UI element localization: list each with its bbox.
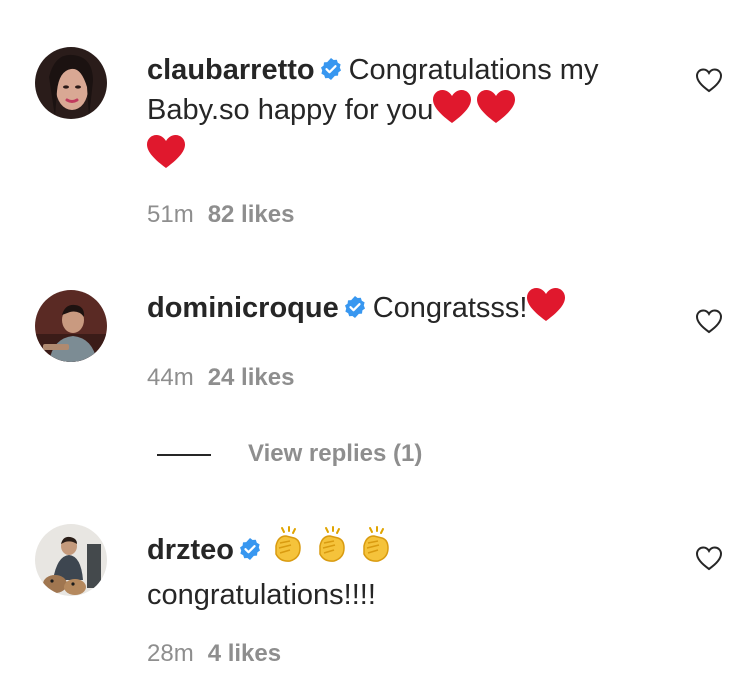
comment-body: dominicroque Congratsss! [147,288,650,333]
verified-badge-icon [238,532,262,560]
comment-text: congratulations!!!! [147,579,376,611]
comment-meta: 51m 82 likes [147,201,294,229]
red-heart-icon [147,135,185,180]
clapping-hands-icon [356,526,394,575]
red-heart-icon [433,90,472,135]
clapping-hands-icon [268,526,306,575]
comment-likes[interactable]: 82 likes [208,201,295,228]
comment-likes[interactable]: 24 likes [208,364,295,391]
comment-meta: 44m 24 likes [147,364,294,392]
verified-badge-icon [343,290,367,318]
avatar[interactable] [35,290,107,362]
comment-body: drzteo congratulations!!!! [147,526,650,615]
comment-timestamp: 51m [147,201,194,228]
comment-username[interactable]: dominicroque [147,292,339,324]
comment-body: claubarretto Congratulations my Baby.so h… [147,50,650,180]
view-replies-button[interactable]: View replies (1) [157,440,422,468]
clapping-hands-icon [312,526,350,575]
comment-username[interactable]: drzteo [147,534,234,566]
replies-divider [157,453,211,456]
like-heart-icon[interactable] [695,546,723,572]
like-heart-icon[interactable] [695,309,723,335]
comment-text: Congratsss! [372,292,528,324]
comment-likes[interactable]: 4 likes [208,640,281,667]
comment-username[interactable]: claubarretto [147,54,315,86]
comment-timestamp: 44m [147,364,194,391]
red-heart-icon [527,288,566,333]
comment-meta: 28m 4 likes [147,640,281,668]
comment-timestamp: 28m [147,640,194,667]
avatar[interactable] [35,524,107,596]
avatar[interactable] [35,47,107,119]
view-replies-label: View replies (1) [248,440,423,467]
red-heart-icon [477,90,516,135]
like-heart-icon[interactable] [695,68,723,94]
verified-badge-icon [319,52,343,80]
